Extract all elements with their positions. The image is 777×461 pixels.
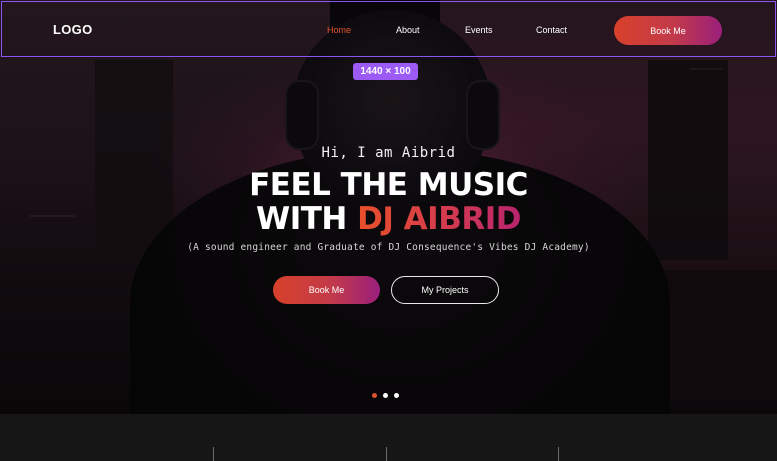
- hero-headline-prefix: WITH: [256, 201, 358, 237]
- hero-book-me-button[interactable]: Book Me: [273, 276, 380, 304]
- carousel-dot-1[interactable]: [372, 393, 377, 398]
- carousel-dot-2[interactable]: [383, 393, 388, 398]
- carousel-dot-3[interactable]: [394, 393, 399, 398]
- logo[interactable]: LOGO: [53, 22, 92, 37]
- my-projects-button[interactable]: My Projects: [391, 276, 499, 304]
- next-section: [0, 414, 777, 461]
- hero-headline-accent: DJ AIBRID: [357, 201, 521, 237]
- hero-subtitle: (A sound engineer and Graduate of DJ Con…: [187, 242, 590, 253]
- hero-headline-line2: WITH DJ AIBRID: [0, 204, 777, 235]
- section-divider: [386, 447, 387, 461]
- nav-link-events[interactable]: Events: [465, 25, 493, 35]
- carousel-dots: [372, 393, 399, 398]
- top-navigation: LOGO Home About Events Contact Book Me: [1, 1, 776, 57]
- section-divider: [558, 447, 559, 461]
- nav-book-me-button[interactable]: Book Me: [614, 16, 722, 45]
- nav-link-about[interactable]: About: [396, 25, 420, 35]
- dimension-badge: 1440 × 100: [353, 63, 418, 80]
- hero-section: LOGO Home About Events Contact Book Me 1…: [0, 0, 777, 414]
- nav-link-contact[interactable]: Contact: [536, 25, 567, 35]
- section-divider: [213, 447, 214, 461]
- hero-headline-line1: FEEL THE MUSIC: [249, 167, 528, 203]
- hero-greeting: Hi, I am Aibrid: [321, 145, 456, 161]
- nav-link-home[interactable]: Home: [327, 25, 351, 35]
